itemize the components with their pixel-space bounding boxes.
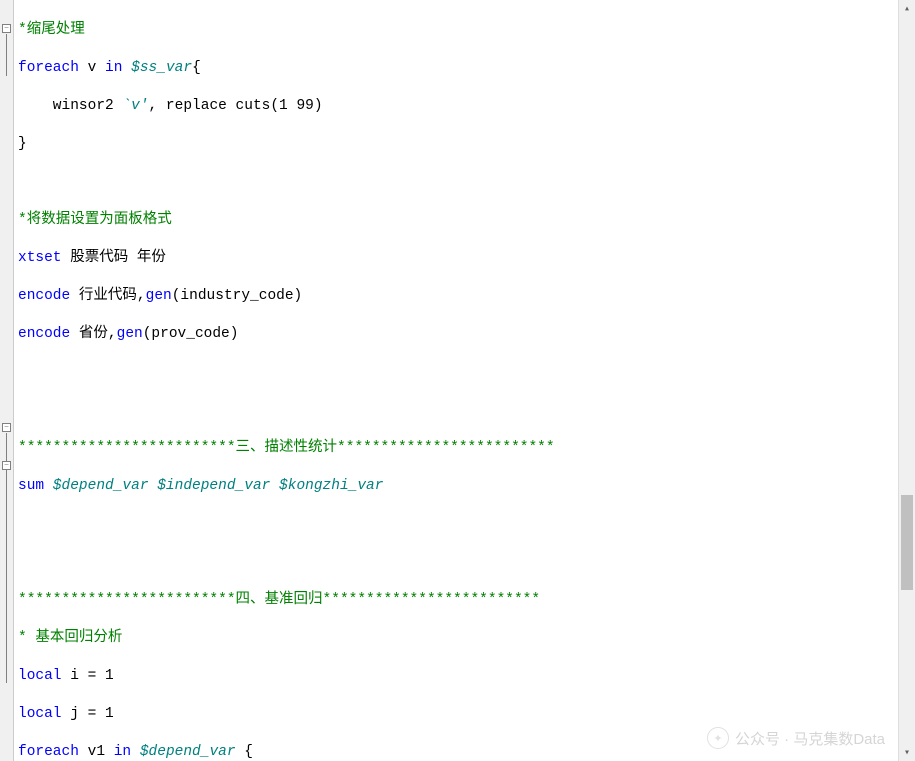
fold-toggle-icon[interactable]: − (2, 423, 11, 432)
fold-toggle-icon[interactable]: − (2, 24, 11, 33)
code-content[interactable]: *缩尾处理 foreach v in $ss_var{ winsor2 `v',… (14, 0, 898, 761)
fold-toggle-icon[interactable]: − (2, 461, 11, 470)
scroll-thumb[interactable] (901, 495, 913, 590)
vertical-scrollbar[interactable]: ▴ ▾ (898, 0, 915, 761)
comment-text: *缩尾处理 (18, 22, 85, 38)
scroll-down-icon[interactable]: ▾ (899, 744, 915, 761)
keyword: foreach (18, 60, 79, 76)
fold-gutter: − − − (0, 0, 14, 761)
scroll-up-icon[interactable]: ▴ (899, 0, 915, 17)
code-editor: − − − *缩尾处理 foreach v in $ss_var{ winsor… (0, 0, 915, 761)
section-header: *************************三、描述性统计********… (18, 440, 555, 456)
section-header: *************************四、基准回归*********… (18, 592, 540, 608)
comment-text: *将数据设置为面板格式 (18, 212, 172, 228)
